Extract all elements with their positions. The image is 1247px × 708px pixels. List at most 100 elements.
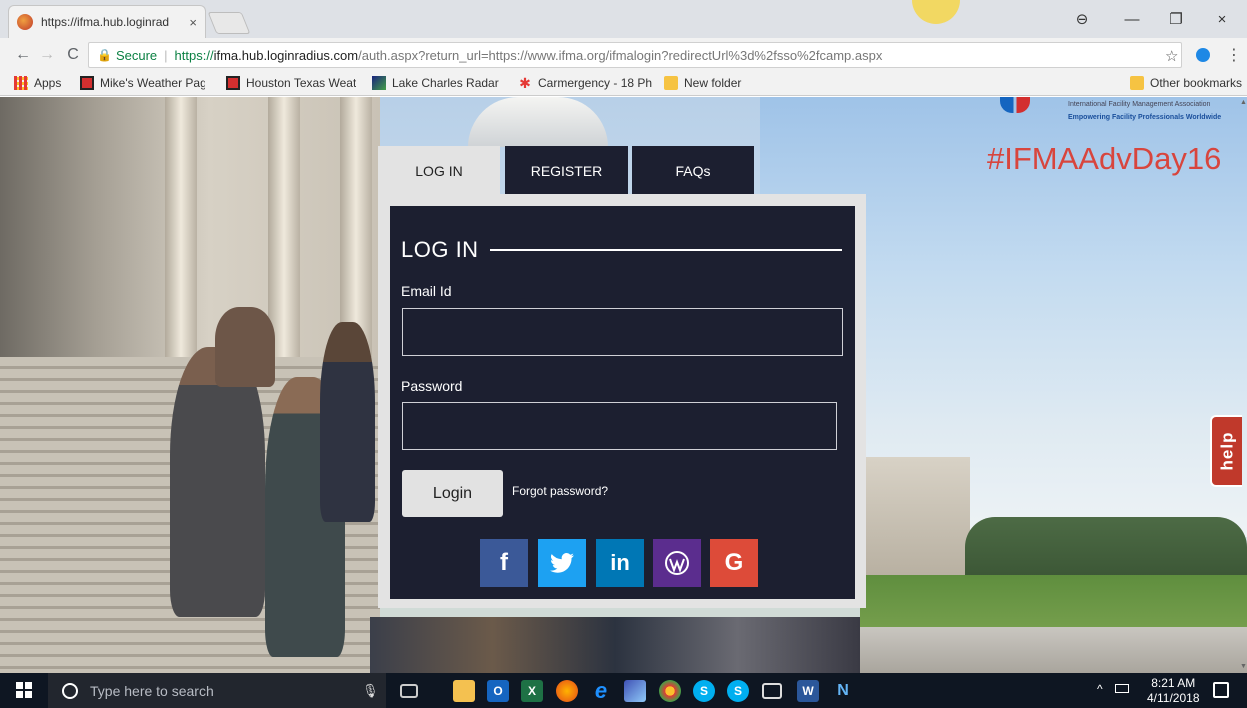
background-dome (468, 97, 608, 147)
photos-icon[interactable] (762, 683, 782, 699)
background-lawn (860, 575, 1247, 635)
browser-tab[interactable]: https://ifma.hub.loginrad × (8, 5, 206, 38)
internet-explorer-icon[interactable]: e (590, 678, 612, 703)
scroll-up-icon[interactable]: ▲ (1240, 99, 1247, 106)
firefox-icon[interactable] (556, 680, 578, 702)
password-label: Password (401, 378, 463, 394)
minimize-button[interactable]: — (1110, 0, 1154, 38)
chrome-icon[interactable] (659, 680, 681, 702)
restore-button[interactable]: ❐ (1154, 0, 1198, 38)
background-person (320, 322, 375, 522)
system-clock[interactable]: 8:21 AM 4/11/2018 (1147, 676, 1200, 706)
weather-icon (226, 76, 240, 90)
profile-icon[interactable]: ⊖ (1060, 0, 1104, 38)
twitter-login-button[interactable] (538, 539, 586, 587)
remote-desktop-icon[interactable] (624, 680, 646, 702)
battery-icon[interactable] (1115, 684, 1129, 693)
email-field[interactable] (402, 308, 843, 356)
outlook-icon[interactable]: O (487, 680, 509, 702)
forward-button[interactable]: → (34, 46, 60, 64)
bookmark-new-folder[interactable]: New folder (664, 76, 741, 90)
browser-menu-icon[interactable]: ⋮ (1226, 45, 1242, 65)
back-button[interactable]: ← (10, 46, 36, 64)
bookmark-lake-charles-radar[interactable]: Lake Charles Radar | \ (372, 76, 502, 90)
url-path: /auth.aspx?return_url=https://www.ifma.o… (358, 47, 883, 63)
tab-close-icon[interactable]: × (189, 15, 197, 30)
task-view-icon[interactable] (400, 684, 418, 698)
bookmark-houston-weather[interactable]: Houston Texas Weath (226, 76, 356, 90)
background-building-right (860, 457, 970, 577)
page-scrollbar[interactable] (1239, 97, 1247, 673)
email-label: Email Id (401, 283, 452, 299)
decorative-theme-shape (912, 0, 960, 24)
new-tab-button[interactable] (207, 12, 251, 34)
bookmark-star-icon[interactable]: ☆ (1165, 47, 1178, 65)
bookmark-carmergency[interactable]: ✱ Carmergency - 18 Ph (518, 76, 658, 90)
tray-chevron-icon[interactable]: ^ (1097, 682, 1103, 696)
address-separator: | (164, 47, 168, 63)
heading-divider (490, 249, 842, 251)
taskbar-search-input[interactable]: Type here to search (48, 673, 386, 708)
radar-icon (372, 76, 386, 90)
tab-log-in[interactable]: LOG IN (378, 146, 500, 196)
tab-faqs[interactable]: FAQs (632, 146, 754, 196)
other-bookmarks-label: Other bookmarks (1150, 76, 1243, 90)
skype-icon[interactable]: S (693, 680, 715, 702)
secure-label: Secure (115, 47, 158, 63)
org-name: International Facility Management Associ… (1068, 101, 1211, 108)
bookmark-apps[interactable]: Apps (14, 76, 61, 90)
facebook-login-button[interactable]: f (480, 539, 528, 587)
help-button[interactable]: help (1210, 415, 1242, 487)
file-explorer-icon[interactable] (453, 680, 475, 702)
password-field[interactable] (402, 402, 837, 450)
windows-start-icon[interactable] (16, 682, 32, 698)
url-protocol: https:// (174, 47, 214, 63)
cortana-icon (62, 682, 78, 699)
weather-icon (80, 76, 94, 90)
folder-icon (664, 76, 678, 90)
url-host: ifma.hub.loginradius.com (213, 47, 359, 63)
notifications-icon[interactable] (1213, 682, 1229, 698)
login-button[interactable]: Login (402, 470, 503, 517)
reload-button[interactable]: C (60, 46, 86, 64)
tab-register[interactable]: REGISTER (505, 146, 628, 196)
linkedin-login-button[interactable]: in (596, 539, 644, 587)
bookmark-label: Mike's Weather Page (100, 76, 205, 90)
tab-title: https://ifma.hub.loginrad (41, 15, 170, 29)
forgot-password-link[interactable]: Forgot password? (512, 484, 608, 498)
word-icon[interactable]: W (797, 680, 819, 702)
background-person (170, 347, 265, 617)
bookmark-mikes-weather[interactable]: Mike's Weather Page (80, 76, 205, 90)
skype-business-icon[interactable]: S (727, 680, 749, 702)
other-bookmarks[interactable]: Other bookmarks (1130, 76, 1242, 90)
facebook-icon: f (500, 549, 508, 576)
org-tagline: Empowering Facility Professionals Worldw… (1068, 114, 1222, 121)
login-heading: LOG IN (401, 237, 479, 262)
carmergency-icon: ✱ (519, 76, 531, 90)
bookmark-label: Carmergency - 18 Ph (538, 76, 653, 90)
wordpress-icon (665, 551, 689, 575)
extension-icon[interactable] (1196, 48, 1210, 62)
bookmark-label: New folder (684, 76, 742, 90)
bookmark-label: Apps (34, 76, 62, 90)
background-trees (965, 517, 1247, 577)
apps-icon (14, 76, 28, 90)
folder-icon (1130, 76, 1144, 90)
clock-date: 4/11/2018 (1147, 691, 1200, 705)
google-login-button[interactable]: G (710, 539, 758, 587)
lock-icon: 🔒 (97, 48, 112, 62)
bookmarks-bar: Apps Mike's Weather Page Houston Texas W… (0, 72, 1247, 96)
scroll-down-icon[interactable]: ▼ (1240, 663, 1247, 670)
wordpress-login-button[interactable] (653, 539, 701, 587)
address-bar[interactable]: 🔒 Secure | https://ifma.hub.loginradius.… (88, 42, 1182, 68)
background-person (215, 307, 275, 387)
excel-icon[interactable]: X (521, 680, 543, 702)
microphone-icon[interactable]: 🎙 (362, 683, 379, 699)
page-content: International Facility Management Associ… (0, 97, 1247, 673)
linkedin-icon: in (610, 550, 630, 575)
google-icon: G (724, 549, 744, 576)
bookmark-label: Lake Charles Radar | \ (392, 76, 502, 90)
event-hashtag: #IFMAAdvDay16 (987, 141, 1222, 176)
close-window-button[interactable]: × (1200, 0, 1244, 38)
nx-icon[interactable]: N (832, 680, 854, 702)
